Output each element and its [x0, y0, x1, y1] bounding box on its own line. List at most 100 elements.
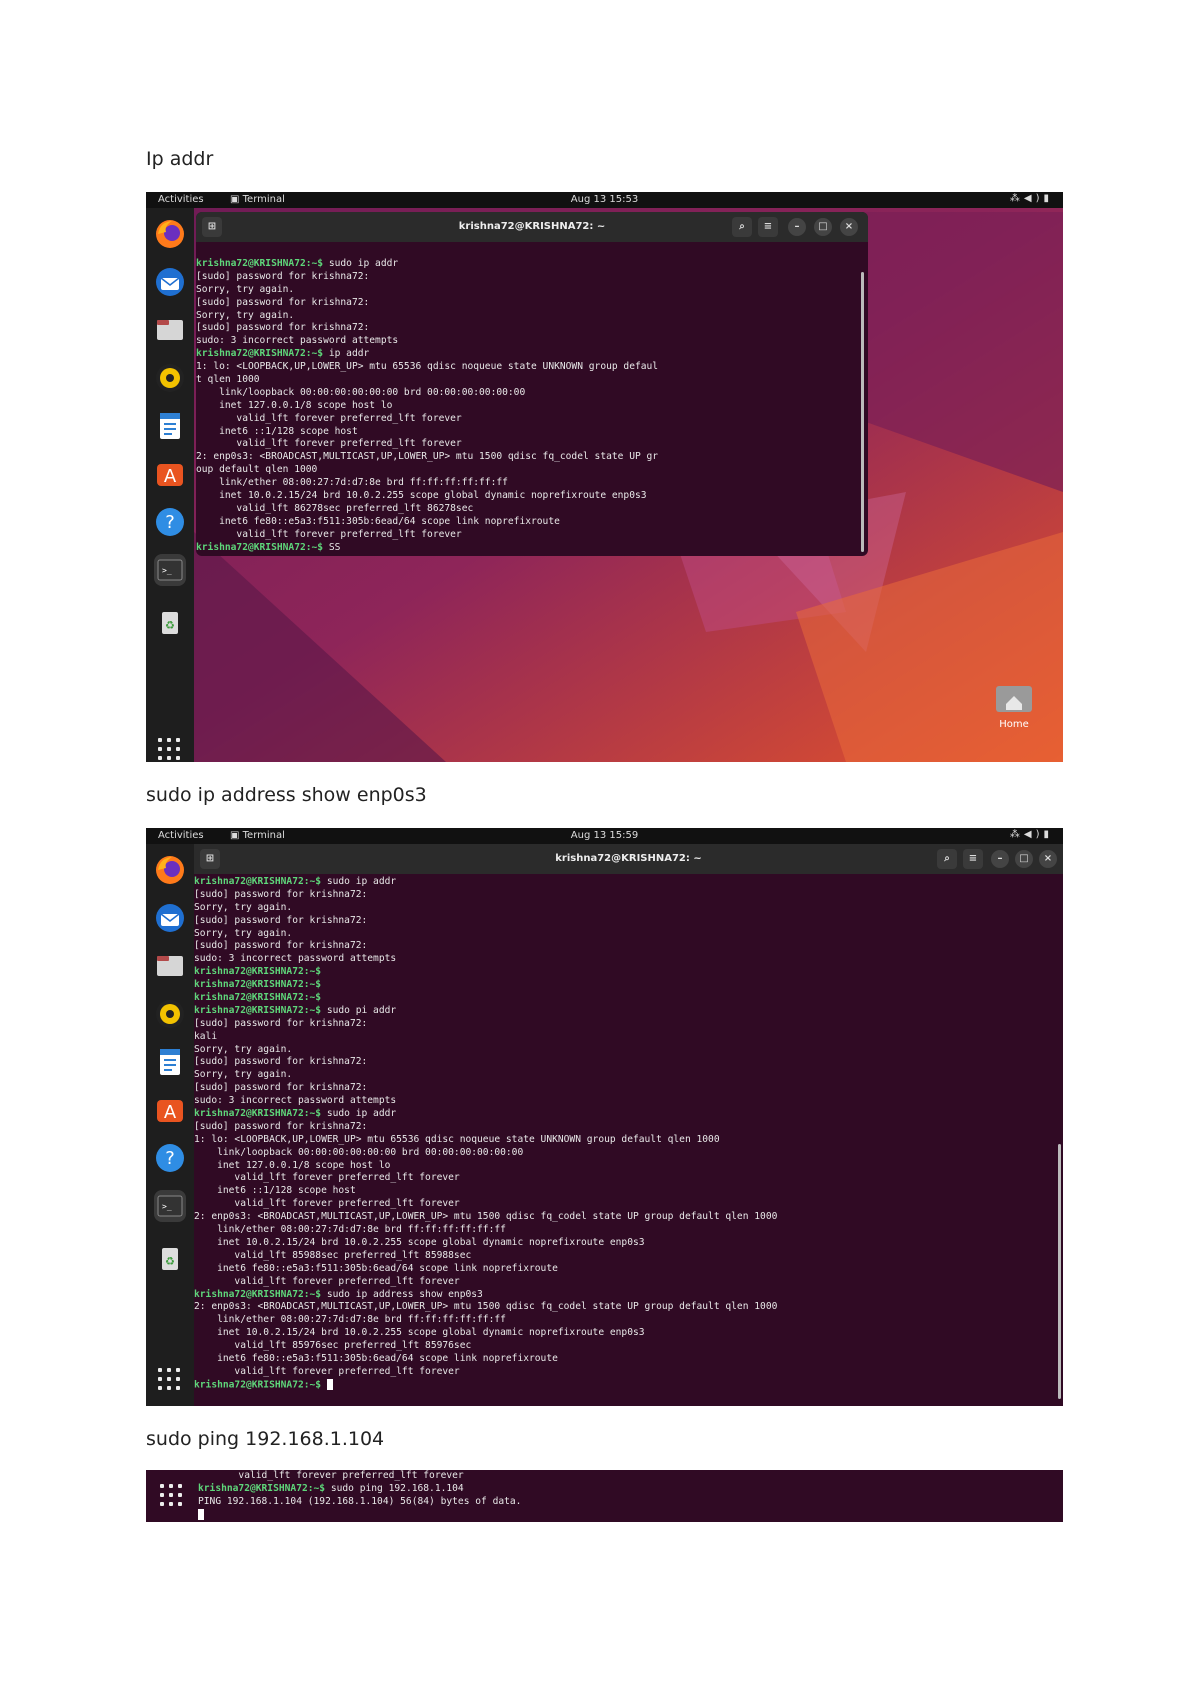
- terminal-line: krishna72@KRISHNA72:~$: [194, 966, 1063, 979]
- terminal-line: 2: enp0s3: <BROADCAST,MULTICAST,UP,LOWER…: [196, 451, 868, 464]
- terminal-line-text: 1: lo: <LOOPBACK,UP,LOWER_UP> mtu 65536 …: [196, 361, 659, 373]
- terminal-output[interactable]: valid_lft forever preferred_lft forever k…: [198, 1470, 1063, 1522]
- terminal-line: valid_lft 86278sec preferred_lft 86278se…: [196, 503, 868, 516]
- terminal-line: krishna72@KRISHNA72:~$ sudo ip addr: [196, 258, 868, 271]
- help-icon[interactable]: ?: [154, 506, 186, 538]
- terminal-line-text: inet6 ::1/128 scope host: [194, 1185, 356, 1197]
- thunderbird-icon[interactable]: [154, 266, 186, 298]
- terminal-output[interactable]: krishna72@KRISHNA72:~$ sudo ip addr [sudo…: [194, 876, 1063, 1392]
- terminal-line-text: valid_lft forever preferred_lft forever: [198, 1470, 464, 1481]
- top-bar: Activities ▣ Terminal Aug 13 15:53 ⁂◀)▮: [146, 192, 1063, 208]
- terminal-line-text: valid_lft 85976sec preferred_lft 85976se…: [194, 1340, 472, 1352]
- terminal-window-2[interactable]: ⊞ krishna72@KRISHNA72: ~ ⌕ ≡ – □ × krish…: [194, 844, 1063, 1406]
- terminal-line: 2: enp0s3: <BROADCAST,MULTICAST,UP,LOWER…: [194, 1211, 1063, 1224]
- terminal-line: link/ether 08:00:27:7d:d7:8e brd ff:ff:f…: [196, 477, 868, 490]
- terminal-line-text: inet 127.0.0.1/8 scope host lo: [194, 1159, 391, 1171]
- terminal-line: valid_lft forever preferred_lft forever: [196, 438, 868, 451]
- scrollbar[interactable]: [1058, 1144, 1061, 1399]
- search-icon[interactable]: ⌕: [937, 849, 957, 869]
- clock[interactable]: Aug 13 15:53: [146, 194, 1063, 205]
- terminal-line: [sudo] password for krishna72:: [196, 271, 868, 284]
- terminal-line-text: [sudo] password for krishna72:: [196, 322, 370, 334]
- writer-icon[interactable]: [154, 410, 186, 442]
- hamburger-menu-icon[interactable]: ≡: [758, 217, 778, 237]
- terminal-line: [sudo] password for krishna72:: [194, 1056, 1063, 1069]
- terminal-line: inet6 ::1/128 scope host: [196, 426, 868, 439]
- home-folder-icon[interactable]: Home: [994, 682, 1034, 730]
- minimize-icon[interactable]: –: [788, 218, 806, 236]
- app-center-icon[interactable]: A: [154, 458, 186, 490]
- new-tab-icon[interactable]: ⊞: [200, 849, 220, 869]
- terminal-titlebar[interactable]: ⊞ krishna72@KRISHNA72: ~ ⌕ ≡ – □ ×: [194, 844, 1063, 874]
- app-center-icon[interactable]: A: [154, 1094, 186, 1126]
- svg-text:>_: >_: [162, 1202, 172, 1211]
- trash-icon[interactable]: ♻: [154, 606, 186, 638]
- shell-prompt: krishna72@KRISHNA72:~$: [196, 348, 324, 360]
- terminal-line: valid_lft forever preferred_lft forever: [194, 1172, 1063, 1185]
- terminal-window-1[interactable]: ⊞ krishna72@KRISHNA72: ~ ⌕ ≡ – □ × krish…: [196, 212, 868, 556]
- terminal-line: inet6 fe80::e5a3:f511:305b:6ead/64 scope…: [194, 1353, 1063, 1366]
- terminal-line: valid_lft 85976sec preferred_lft 85976se…: [194, 1340, 1063, 1353]
- files-icon[interactable]: [154, 950, 186, 982]
- terminal-line-text: link/ether 08:00:27:7d:d7:8e brd ff:ff:f…: [194, 1314, 506, 1326]
- terminal-line-text: inet6 fe80::e5a3:f511:305b:6ead/64 scope…: [194, 1352, 558, 1364]
- search-icon[interactable]: ⌕: [732, 217, 752, 237]
- show-apps-icon[interactable]: [158, 1368, 182, 1392]
- firefox-icon[interactable]: [154, 854, 186, 886]
- terminal-line: krishna72@KRISHNA72:~$ sudo ip address s…: [194, 1289, 1063, 1302]
- shell-prompt: krishna72@KRISHNA72:~$: [196, 541, 324, 553]
- show-apps-icon[interactable]: [160, 1484, 184, 1508]
- terminal-line-text: link/ether 08:00:27:7d:d7:8e brd ff:ff:f…: [194, 1224, 506, 1236]
- new-tab-icon[interactable]: ⊞: [202, 217, 222, 237]
- rhythmbox-icon[interactable]: [154, 362, 186, 394]
- shell-prompt: krishna72@KRISHNA72:~$: [194, 1004, 322, 1016]
- system-tray[interactable]: ⁂◀)▮: [1010, 193, 1053, 204]
- terminal-line-text: Sorry, try again.: [194, 927, 293, 939]
- terminal-line-text: sudo ip addr: [321, 1108, 397, 1120]
- terminal-icon[interactable]: >_: [154, 554, 186, 586]
- maximize-icon[interactable]: □: [1015, 850, 1033, 868]
- terminal-line-text: 2: enp0s3: <BROADCAST,MULTICAST,UP,LOWER…: [196, 451, 659, 463]
- terminal-line: valid_lft forever preferred_lft forever: [196, 529, 868, 542]
- svg-text:A: A: [164, 466, 177, 487]
- terminal-titlebar[interactable]: ⊞ krishna72@KRISHNA72: ~ ⌕ ≡ – □ ×: [196, 212, 868, 242]
- scrollbar[interactable]: [861, 272, 864, 552]
- firefox-icon[interactable]: [154, 218, 186, 250]
- close-icon[interactable]: ×: [1039, 850, 1057, 868]
- terminal-line: inet 10.0.2.15/24 brd 10.0.2.255 scope g…: [196, 490, 868, 503]
- terminal-line-text: SS: [323, 541, 341, 553]
- terminal-line-text: link/ether 08:00:27:7d:d7:8e brd ff:ff:f…: [196, 477, 508, 489]
- terminal-line-text: inet 10.0.2.15/24 brd 10.0.2.255 scope g…: [194, 1327, 645, 1339]
- terminal-line: krishna72@KRISHNA72:~$: [194, 992, 1063, 1005]
- dock: A ? >_ ♻: [146, 208, 194, 762]
- terminal-line-text: sudo pi addr: [321, 1004, 397, 1016]
- writer-icon[interactable]: [154, 1046, 186, 1078]
- terminal-line-text: link/loopback 00:00:00:00:00:00 brd 00:0…: [194, 1146, 524, 1158]
- terminal-line-text: inet 127.0.0.1/8 scope host lo: [196, 399, 393, 411]
- terminal-line-text: sudo ip addr: [323, 258, 399, 269]
- close-icon[interactable]: ×: [840, 218, 858, 236]
- minimize-icon[interactable]: –: [991, 850, 1009, 868]
- thunderbird-icon[interactable]: [154, 902, 186, 934]
- system-tray[interactable]: ⁂◀)▮: [1010, 829, 1053, 840]
- terminal-line-text: inet6 fe80::e5a3:f511:305b:6ead/64 scope…: [196, 515, 560, 527]
- terminal-icon[interactable]: >_: [154, 1190, 186, 1222]
- trash-icon[interactable]: ♻: [154, 1242, 186, 1274]
- terminal-line: valid_lft forever preferred_lft forever: [194, 1198, 1063, 1211]
- terminal-line: link/ether 08:00:27:7d:d7:8e brd ff:ff:f…: [194, 1314, 1063, 1327]
- clock[interactable]: Aug 13 15:59: [146, 830, 1063, 841]
- hamburger-menu-icon[interactable]: ≡: [963, 849, 983, 869]
- maximize-icon[interactable]: □: [814, 218, 832, 236]
- terminal-line-text: valid_lft 86278sec preferred_lft 86278se…: [196, 502, 474, 514]
- terminal-line-text: sudo ping 192.168.1.104: [325, 1482, 464, 1494]
- rhythmbox-icon[interactable]: [154, 998, 186, 1030]
- terminal-line: PING 192.168.1.104 (192.168.1.104) 56(84…: [198, 1496, 1063, 1509]
- show-apps-icon[interactable]: [158, 738, 182, 762]
- help-icon[interactable]: ?: [154, 1142, 186, 1174]
- terminal-line: [sudo] password for krishna72:: [196, 322, 868, 335]
- shell-prompt: krishna72@KRISHNA72:~$: [194, 1108, 322, 1120]
- files-icon[interactable]: [154, 314, 186, 346]
- shell-prompt: krishna72@KRISHNA72:~$: [194, 992, 322, 1004]
- terminal-output[interactable]: krishna72@KRISHNA72:~$ sudo ip addr [sudo…: [196, 258, 868, 554]
- terminal-line: valid_lft forever preferred_lft forever: [194, 1276, 1063, 1289]
